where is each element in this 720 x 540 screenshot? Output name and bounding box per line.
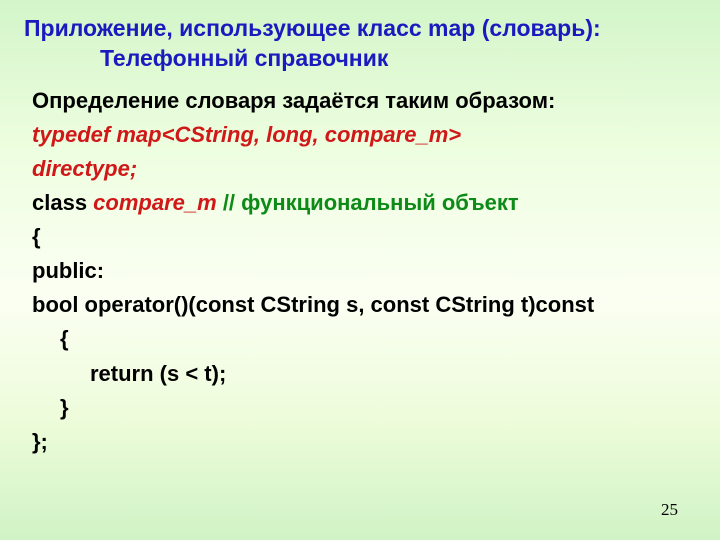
intro-text: Определение словаря задаётся таким образ… <box>32 84 696 118</box>
class-name: compare_m <box>93 190 217 215</box>
class-keyword: class <box>32 190 93 215</box>
slide: Приложение, использующее класс map (слов… <box>0 0 720 459</box>
operator-line: bool operator()(const CString s, const C… <box>32 288 696 322</box>
brace-open: { <box>32 220 696 254</box>
class-line: class compare_m // функциональный объект <box>32 186 696 220</box>
brace-close: }; <box>32 425 696 459</box>
page-number: 25 <box>661 500 678 520</box>
brace-open-inner: { <box>32 322 696 356</box>
slide-title-line2: Телефонный справочник <box>24 44 696 74</box>
return-line: return (s < t); <box>32 357 696 391</box>
typedef-name: directype; <box>32 152 696 186</box>
slide-body: Определение словаря задаётся таким образ… <box>24 84 696 459</box>
brace-close-inner: } <box>32 391 696 425</box>
slide-title-line1: Приложение, использующее класс map (слов… <box>24 14 696 44</box>
public-line: public: <box>32 254 696 288</box>
class-comment: // функциональный объект <box>223 190 519 215</box>
typedef-keyword: typedef map <box>32 122 162 147</box>
typedef-line: typedef map<CString, long, compare_m> di… <box>32 118 696 186</box>
typedef-template: <CString, long, compare_m> <box>162 122 462 147</box>
